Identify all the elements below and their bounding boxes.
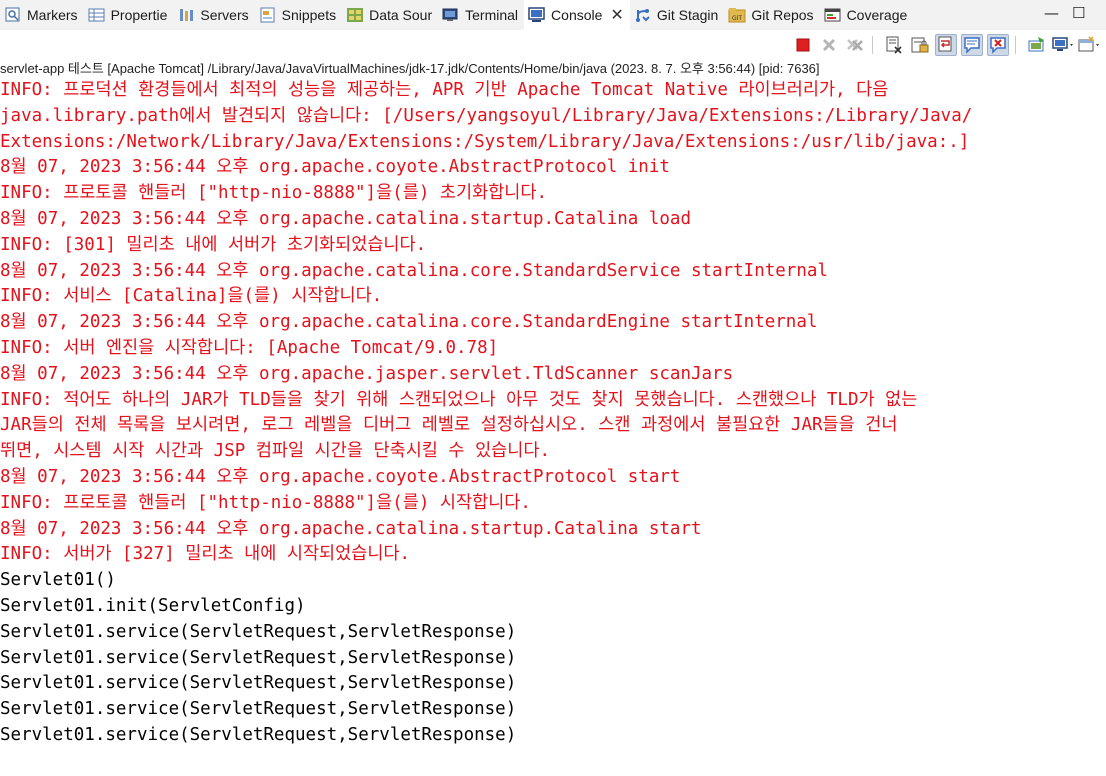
show-on-stderr-icon[interactable]	[987, 34, 1009, 56]
tab-git-staging[interactable]: Git Stagin	[630, 0, 724, 30]
console-line-stderr: 8월 07, 2023 3:56:44 오후 org.apache.coyote…	[0, 157, 670, 178]
tab-console[interactable]: Console ✕	[524, 0, 630, 30]
console-line-stderr: INFO: 서버가 [327] 밀리초 내에 시작되었습니다.	[0, 544, 411, 565]
console-line-stdout: Servlet01.service(ServletRequest,Servlet…	[0, 647, 517, 668]
markers-icon	[4, 7, 22, 23]
servers-icon	[177, 7, 195, 23]
console-line-stdout: Servlet01.service(ServletRequest,Servlet…	[0, 673, 517, 694]
display-selected-console-icon[interactable]	[1052, 34, 1074, 56]
view-tab-bar: Markers Propertie Servers Snippets Data …	[0, 0, 1106, 30]
tab-label: Markers	[27, 7, 78, 23]
console-line-stderr: INFO: 적어도 하나의 JAR가 TLD들을 찾기 위해 스캔되었으나 아무…	[0, 389, 918, 410]
console-output[interactable]: INFO: 프로덕션 환경들에서 최적의 성능을 제공하는, APR 기반 Ap…	[0, 78, 1106, 749]
console-toolbar	[0, 30, 1106, 60]
console-line-stderr: JAR들의 전체 목록을 보시려면, 로그 레벨을 디버그 레벨로 설정하십시오…	[0, 415, 898, 436]
close-icon[interactable]: ✕	[610, 5, 623, 25]
tab-coverage[interactable]: Coverage	[820, 0, 914, 30]
console-line-stderr: INFO: [301] 밀리초 내에 서버가 초기화되었습니다.	[0, 234, 427, 255]
console-line-stderr: 8월 07, 2023 3:56:44 오후 org.apache.jasper…	[0, 363, 734, 384]
console-line-stderr: INFO: 프로덕션 환경들에서 최적의 성능을 제공하는, APR 기반 Ap…	[0, 80, 889, 100]
tab-label: Propertie	[110, 7, 168, 23]
terminal-icon	[442, 7, 460, 23]
minimize-icon[interactable]: —	[1044, 4, 1059, 22]
tab-terminal[interactable]: Terminal	[438, 0, 524, 30]
toolbar-separator	[1015, 36, 1016, 54]
open-console-icon[interactable]	[1078, 34, 1100, 56]
tab-servers[interactable]: Servers	[173, 0, 254, 30]
remove-launch-icon[interactable]	[818, 34, 840, 56]
console-line-stderr: 8월 07, 2023 3:56:44 오후 org.apache.catali…	[0, 518, 702, 539]
show-on-stdout-icon[interactable]	[961, 34, 983, 56]
console-icon	[528, 7, 546, 23]
terminate-icon[interactable]	[792, 34, 814, 56]
git-repos-icon: GIT	[728, 7, 746, 23]
tab-label: Snippets	[281, 7, 337, 23]
console-line-stderr: INFO: 프로토콜 핸들러 ["http-nio-8888"]을(를) 초기화…	[0, 183, 548, 204]
word-wrap-icon[interactable]	[935, 34, 957, 56]
git-staging-icon	[634, 7, 652, 23]
remove-all-terminated-icon[interactable]	[844, 34, 866, 56]
console-line-stdout: Servlet01.service(ServletRequest,Servlet…	[0, 699, 517, 720]
clear-console-icon[interactable]	[883, 34, 905, 56]
tab-label: Coverage	[846, 7, 908, 23]
tab-label: Data Sour	[369, 7, 433, 23]
console-line-stderr: java.library.path에서 발견되지 않습니다: [/Users/y…	[0, 105, 973, 126]
tab-properties[interactable]: Propertie	[84, 0, 174, 30]
tab-label: Git Repos	[751, 7, 814, 23]
console-line-stdout: Servlet01.service(ServletRequest,Servlet…	[0, 621, 517, 642]
process-label: servlet-app 테스트 [Apache Tomcat] /Library…	[0, 61, 820, 76]
console-line-stderr: 8월 07, 2023 3:56:44 오후 org.apache.catali…	[0, 260, 828, 281]
console-line-stderr: INFO: 프로토콜 핸들러 ["http-nio-8888"]을(를) 시작합…	[0, 492, 531, 513]
toolbar-separator	[872, 36, 873, 54]
maximize-icon[interactable]: ☐	[1072, 4, 1085, 22]
tab-snippets[interactable]: Snippets	[255, 0, 342, 30]
console-line-stdout: Servlet01()	[0, 570, 116, 591]
tab-label: Servers	[200, 7, 249, 23]
tab-label: Console	[551, 7, 603, 23]
data-source-icon	[346, 7, 364, 23]
console-line-stderr: 8월 07, 2023 3:56:44 오후 org.apache.coyote…	[0, 466, 681, 487]
scroll-lock-icon[interactable]	[909, 34, 931, 56]
console-line-stderr: 뛰면, 시스템 시작 시간과 JSP 컴파일 시간을 단축시킬 수 있습니다.	[0, 441, 551, 462]
pin-console-icon[interactable]	[1026, 34, 1048, 56]
svg-text:GIT: GIT	[732, 15, 742, 22]
tab-label: Terminal	[465, 7, 519, 23]
snippets-icon	[259, 7, 277, 23]
properties-icon	[88, 7, 106, 23]
tab-label: Git Stagin	[656, 7, 719, 23]
console-line-stderr: INFO: 서비스 [Catalina]을(를) 시작합니다.	[0, 286, 383, 307]
tab-git-repos[interactable]: GIT Git Repos	[724, 0, 819, 30]
tab-data-source[interactable]: Data Sour	[342, 0, 438, 30]
console-line-stdout: Servlet01.init(ServletConfig)	[0, 595, 306, 616]
console-line-stderr: 8월 07, 2023 3:56:44 오후 org.apache.catali…	[0, 208, 691, 229]
console-line-stderr: 8월 07, 2023 3:56:44 오후 org.apache.catali…	[0, 312, 818, 333]
tab-markers[interactable]: Markers	[0, 0, 84, 30]
console-line-stderr: Extensions:/Network/Library/Java/Extensi…	[0, 131, 970, 152]
console-line-stderr: INFO: 서버 엔진을 시작합니다: [Apache Tomcat/9.0.7…	[0, 337, 499, 358]
console-line-stdout: Servlet01.service(ServletRequest,Servlet…	[0, 724, 517, 745]
coverage-icon	[824, 7, 842, 23]
